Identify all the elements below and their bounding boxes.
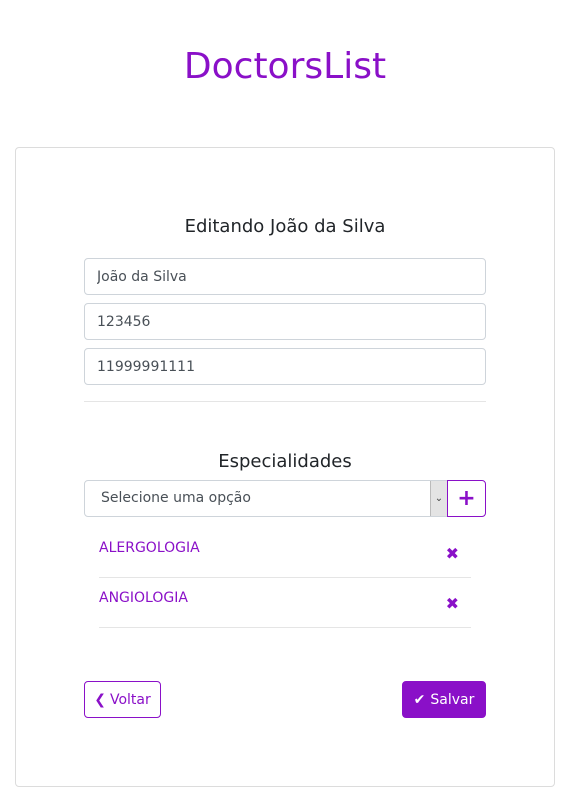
phone-input[interactable] bbox=[84, 348, 486, 385]
specialty-select[interactable]: Selecione uma opção ⌄ bbox=[84, 480, 448, 517]
specialty-list-item: ANGIOLOGIA ✖ bbox=[99, 578, 471, 628]
check-icon: ✔ bbox=[413, 691, 426, 708]
save-button-label: Salvar bbox=[430, 691, 475, 708]
specialty-select-value: Selecione uma opção bbox=[101, 490, 251, 506]
doctor-name-input[interactable] bbox=[84, 258, 486, 295]
specialty-name: ANGIOLOGIA bbox=[99, 590, 188, 606]
crm-input[interactable] bbox=[84, 303, 486, 340]
specialties-heading: Especialidades bbox=[218, 451, 352, 472]
chevron-left-icon: ❮ bbox=[94, 691, 106, 708]
back-button-label: Voltar bbox=[109, 691, 151, 708]
save-button[interactable]: ✔ Salvar bbox=[402, 681, 486, 718]
plus-icon: + bbox=[457, 486, 476, 511]
edit-card: Editando João da Silva Especialidades Se… bbox=[15, 147, 555, 787]
remove-icon[interactable]: ✖ bbox=[446, 594, 459, 613]
specialty-list-item: ALERGOLOGIA ✖ bbox=[99, 528, 471, 578]
editing-heading: Editando João da Silva bbox=[184, 216, 386, 237]
specialty-name: ALERGOLOGIA bbox=[99, 540, 200, 556]
back-button[interactable]: ❮ Voltar bbox=[84, 681, 161, 718]
section-divider bbox=[84, 401, 486, 402]
remove-icon[interactable]: ✖ bbox=[446, 544, 459, 563]
add-specialty-button[interactable]: + bbox=[447, 480, 486, 517]
app-title: DoctorsList bbox=[183, 46, 387, 87]
chevron-down-icon[interactable]: ⌄ bbox=[430, 481, 447, 516]
